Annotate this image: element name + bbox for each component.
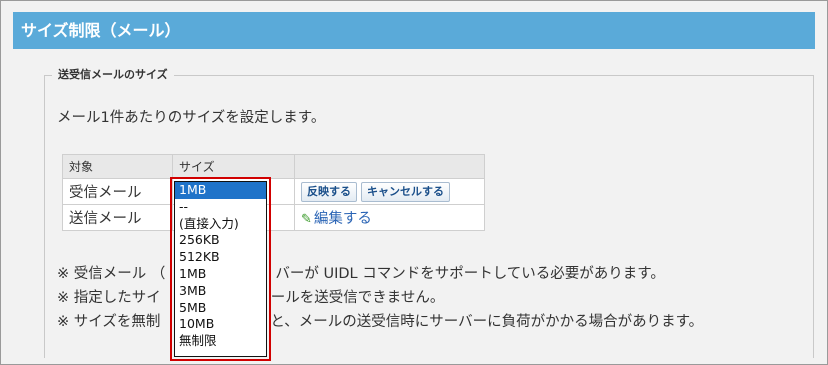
dropdown-option[interactable]: 無制限: [175, 333, 266, 350]
table-row-receive: 受信メール 反映する キャンセルする: [62, 178, 485, 205]
size-table: 対象 サイズ 受信メール 反映する キャンセルする 送信メール ✎ 編集する: [62, 154, 485, 231]
dropdown-option[interactable]: 1MB: [175, 266, 266, 283]
apply-button[interactable]: 反映する: [301, 181, 357, 202]
dropdown-option[interactable]: --: [175, 199, 266, 216]
note-item-2: ※ 指定したサイ ールを送受信できません。: [57, 290, 445, 306]
dropdown-option[interactable]: 3MB: [175, 283, 266, 300]
dropdown-option[interactable]: 512KB: [175, 249, 266, 266]
receive-mail-label: 受信メール: [62, 178, 173, 205]
notes-list: ※ 受信メール （バーが UIDL コマンドをサポートしている必要があります。 …: [57, 262, 703, 334]
column-header-actions: [294, 154, 485, 179]
note-item-1: ※ 受信メール （バーが UIDL コマンドをサポートしている必要があります。: [57, 266, 665, 282]
size-dropdown-list[interactable]: 1MB -- (直接入力) 256KB 512KB 1MB 3MB 5MB 10…: [174, 181, 267, 357]
column-header-size: サイズ: [172, 154, 295, 179]
dropdown-option[interactable]: 256KB: [175, 232, 266, 249]
dropdown-option-selected[interactable]: 1MB: [175, 182, 266, 199]
fieldset-legend: 送受信メールのサイズ: [52, 66, 174, 82]
edit-link[interactable]: 編集する: [314, 211, 372, 227]
table-row-send: 送信メール ✎ 編集する: [62, 204, 485, 231]
send-mail-label: 送信メール: [62, 204, 173, 231]
description-text: メール1件あたりのサイズを設定します。: [57, 110, 326, 126]
receive-actions-cell: 反映する キャンセルする: [294, 178, 485, 205]
dropdown-option[interactable]: 5MB: [175, 300, 266, 317]
note-item-3: ※ サイズを無制 と、メールの送受信時にサーバーに負荷がかかる場合があります。: [57, 314, 704, 330]
send-actions-cell: ✎ 編集する: [294, 204, 485, 231]
pencil-icon: ✎: [301, 212, 312, 227]
dropdown-option[interactable]: (直接入力): [175, 216, 266, 233]
cancel-button[interactable]: キャンセルする: [361, 181, 450, 202]
dropdown-option[interactable]: 10MB: [175, 316, 266, 333]
table-header-row: 対象 サイズ: [62, 154, 485, 179]
column-header-target: 対象: [62, 154, 173, 179]
page-title: サイズ制限（メール）: [13, 12, 815, 49]
